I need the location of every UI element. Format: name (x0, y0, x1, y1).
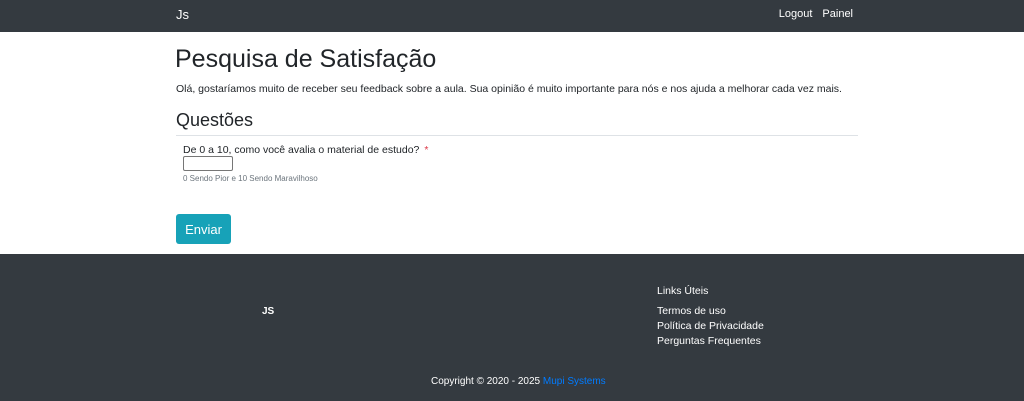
page-title: Pesquisa de Satisfação (175, 45, 437, 73)
question-help-text: 0 Sendo Pior e 10 Sendo Maravilhoso (183, 174, 318, 183)
footer-links-list: Termos de uso Política de Privacidade Pe… (657, 302, 764, 347)
footer-link-item: Termos de uso (657, 302, 764, 317)
main-content: Pesquisa de Satisfação Olá, gostaríamos … (0, 32, 1024, 254)
links-heading: Links Úteis (657, 285, 709, 297)
painel-link[interactable]: Painel (822, 8, 853, 20)
submit-button[interactable]: Enviar (176, 214, 231, 244)
top-navbar: Js Logout Painel (0, 0, 1024, 32)
terms-link[interactable]: Termos de uso (657, 305, 726, 317)
navbar-brand[interactable]: Js (176, 7, 189, 22)
logout-link[interactable]: Logout (779, 8, 813, 20)
footer-link-item: Política de Privacidade (657, 317, 764, 332)
question-label: De 0 a 10, como você avalia o material d… (183, 144, 428, 156)
footer-link-item: Perguntas Frequentes (657, 332, 764, 347)
score-input[interactable] (183, 156, 233, 171)
required-marker: * (424, 144, 429, 156)
section-title: Questões (176, 110, 254, 130)
navbar-links: Logout Painel (779, 8, 853, 20)
footer-brand: JS (262, 306, 275, 317)
faq-link[interactable]: Perguntas Frequentes (657, 335, 761, 347)
question-text: De 0 a 10, como você avalia o material d… (183, 144, 420, 156)
intro-text: Olá, gostaríamos muito de receber seu fe… (176, 83, 842, 95)
copyright: Copyright © 2020 - 2025 Mupi Systems (431, 376, 606, 387)
copyright-text: Copyright © 2020 - 2025 (431, 376, 541, 387)
company-link[interactable]: Mupi Systems (543, 376, 606, 387)
section-divider (176, 135, 858, 136)
footer: JS Links Úteis Termos de uso Política de… (0, 254, 1024, 401)
privacy-policy-link[interactable]: Política de Privacidade (657, 320, 764, 332)
